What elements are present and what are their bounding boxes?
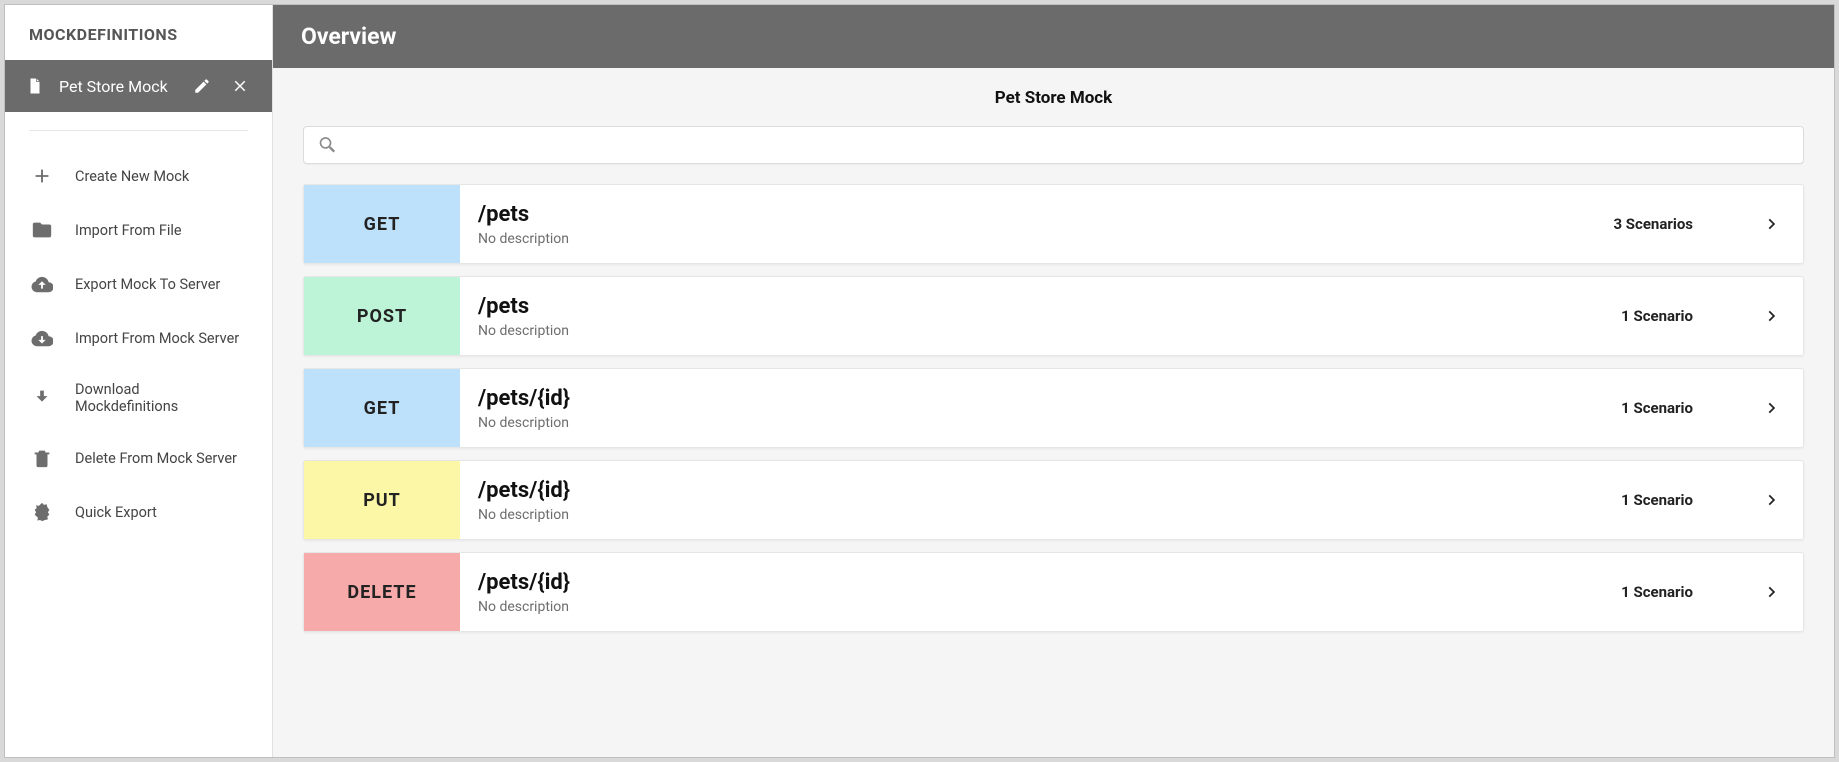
menu-item-label: Delete From Mock Server [75,450,237,467]
menu-item-label: Import From Mock Server [75,330,239,347]
scenario-count: 1 Scenario [1621,491,1693,509]
menu-item-download-mockdefs[interactable]: Download Mockdefinitions [5,365,272,431]
endpoint-description: No description [478,415,1597,431]
menu-item-delete-from-server[interactable]: Delete From Mock Server [5,431,272,485]
chevron-right-icon [1757,581,1785,603]
endpoint-body: /pets/{id} No description 1 Scenario [460,553,1803,631]
chevron-right-icon [1757,305,1785,327]
menu-item-label: Export Mock To Server [75,276,220,293]
download-icon [31,387,53,409]
menu-item-label: Download Mockdefinitions [75,381,246,415]
folder-icon [31,219,53,241]
endpoints-list: GET/pets No description 3 Scenarios POST/pe… [273,184,1834,662]
endpoint-row[interactable]: DELETE/pets/{id} No description 1 Scenario [303,552,1804,632]
endpoint-info: /pets/{id} No description [478,464,1597,537]
scenario-count: 1 Scenario [1621,307,1693,325]
endpoint-body: /pets No description 1 Scenario [460,277,1803,355]
endpoint-info: /pets/{id} No description [478,372,1597,445]
method-chip: GET [304,369,460,447]
menu-item-label: Import From File [75,222,182,239]
endpoint-body: /pets No description 3 Scenarios [460,185,1803,263]
page-title: Pet Store Mock [273,82,1834,126]
search-input[interactable] [304,127,1803,163]
trash-icon [31,447,53,469]
menu-item-import-from-file[interactable]: Import From File [5,203,272,257]
endpoint-path: /pets/{id} [478,478,1597,503]
endpoint-path: /pets/{id} [478,570,1597,595]
endpoint-path: /pets [478,294,1597,319]
endpoint-path: /pets/{id} [478,386,1597,411]
menu-item-create-new-mock[interactable]: Create New Mock [5,149,272,203]
badge-icon [31,501,53,523]
endpoint-description: No description [478,599,1597,615]
menu-item-import-from-server[interactable]: Import From Mock Server [5,311,272,365]
main-body: Pet Store Mock GET/pets No description 3 S… [273,68,1834,757]
method-chip: GET [304,185,460,263]
chevron-right-icon [1757,213,1785,235]
endpoint-info: /pets/{id} No description [478,556,1597,629]
endpoint-path: /pets [478,202,1589,227]
endpoint-info: /pets No description [478,188,1589,261]
endpoint-description: No description [478,323,1597,339]
chevron-right-icon [1757,489,1785,511]
sidebar-divider [29,130,248,131]
endpoint-row[interactable]: POST/pets No description 1 Scenario [303,276,1804,356]
method-chip: POST [304,277,460,355]
method-chip: PUT [304,461,460,539]
search-wrap [273,126,1834,184]
endpoint-info: /pets No description [478,280,1597,353]
close-mock-button[interactable] [228,74,252,98]
endpoint-body: /pets/{id} No description 1 Scenario [460,369,1803,447]
main: Overview Pet Store Mock GET/pets No descr… [273,5,1834,757]
endpoint-description: No description [478,507,1597,523]
endpoint-row[interactable]: GET/pets/{id} No description 1 Scenario [303,368,1804,448]
edit-mock-button[interactable] [190,74,214,98]
menu-item-label: Quick Export [75,504,157,521]
sidebar-menu: Create New Mock Import From File Export … [5,149,272,539]
menu-item-label: Create New Mock [75,168,189,185]
chevron-right-icon [1757,397,1785,419]
method-chip: DELETE [304,553,460,631]
topbar-title: Overview [301,23,396,50]
scenario-count: 1 Scenario [1621,583,1693,601]
active-mock-label: Pet Store Mock [59,77,176,96]
scenario-count: 3 Scenarios [1613,215,1693,233]
cloud-upload-icon [31,273,53,295]
menu-item-quick-export[interactable]: Quick Export [5,485,272,539]
sidebar: MOCKDEFINITIONS Pet Store Mock Create Ne… [5,5,273,757]
endpoint-body: /pets/{id} No description 1 Scenario [460,461,1803,539]
sidebar-header: MOCKDEFINITIONS [5,5,272,60]
active-mock-row[interactable]: Pet Store Mock [5,60,272,112]
topbar: Overview [273,5,1834,68]
menu-item-export-to-server[interactable]: Export Mock To Server [5,257,272,311]
file-icon [25,74,45,98]
scenario-count: 1 Scenario [1621,399,1693,417]
plus-icon [31,165,53,187]
app-root: MOCKDEFINITIONS Pet Store Mock Create Ne… [4,4,1835,758]
endpoint-description: No description [478,231,1589,247]
endpoint-row[interactable]: GET/pets No description 3 Scenarios [303,184,1804,264]
search-icon [318,135,338,155]
search-box[interactable] [303,126,1804,164]
endpoint-row[interactable]: PUT/pets/{id} No description 1 Scenario [303,460,1804,540]
cloud-download-icon [31,327,53,349]
